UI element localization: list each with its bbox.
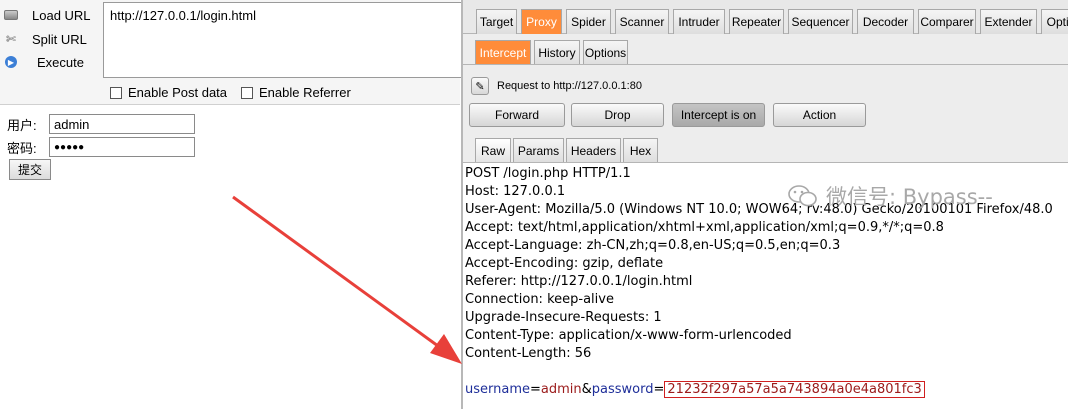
request-line: Connection: keep-alive [465,292,614,307]
tab-spider[interactable]: Spider [566,9,611,34]
divider [463,64,1068,65]
tab-repeater[interactable]: Repeater [729,9,784,34]
split-url-button[interactable]: ✄ Split URL [0,29,87,49]
load-url-label: Load URL [32,7,91,23]
checkbox-box[interactable] [241,86,253,99]
request-body: username=admin&password= 21232f297a57a5a7… [465,381,1068,399]
tab-scanner[interactable]: Scanner [615,9,669,34]
body-equals: = [530,382,541,397]
tab-sequencer[interactable]: Sequencer [788,9,853,34]
username-row: 用户: admin [7,114,195,134]
drop-button[interactable]: Drop [571,103,664,127]
load-url-button[interactable]: Load URL [0,5,91,25]
username-input[interactable]: admin [49,114,195,134]
load-url-icon [0,7,22,23]
request-target: Request to http://127.0.0.1:80 [497,80,642,92]
tab-comparer[interactable]: Comparer [918,9,976,34]
body-key-password: password [591,382,654,397]
body-key-username: username [465,382,530,397]
password-label: 密码: [7,140,37,156]
tab-intruder[interactable]: Intruder [673,9,725,34]
request-line: Upgrade-Insecure-Requests: 1 [465,310,662,325]
username-label: 用户: [7,117,37,133]
execute-button[interactable]: ▶ Execute [0,52,84,72]
editor-tab-params[interactable]: Params [513,138,564,162]
body-value-username: admin [540,382,582,397]
action-button[interactable]: Action [773,103,866,127]
request-line: Accept-Language: zh-CN,zh;q=0.8,en-US;q=… [465,238,841,253]
editor-tab-raw[interactable]: Raw [475,138,511,162]
intercept-toggle-button[interactable]: Intercept is on [672,103,765,127]
checkbox-box[interactable] [110,86,122,99]
forward-button[interactable]: Forward [469,103,565,127]
wechat-icon [788,185,817,207]
tab-extender[interactable]: Extender [980,9,1037,34]
editor-tab-headers[interactable]: Headers [566,138,621,162]
submit-button[interactable]: 提交 [9,159,51,180]
watermark-text: 微信号: Bypass-- [826,185,993,209]
hackbar-toolbar: Load URL ✄ Split URL ▶ Execute http://12… [0,0,463,105]
password-row: 密码: ●●●●● [7,137,195,157]
request-line: Referer: http://127.0.0.1/login.html [465,274,693,289]
tab-target[interactable]: Target [476,9,517,34]
burp-suite-panel: Target Proxy Spider Scanner Intruder Repeater… [461,0,1068,409]
subtab-history[interactable]: History [534,40,580,65]
enable-post-label: Enable Post data [128,85,228,100]
scissors-icon: ✄ [5,32,17,46]
editor-tab-hex[interactable]: Hex [623,138,658,162]
request-line: Accept-Encoding: gzip, deflate [465,256,664,271]
split-url-label: Split URL [32,31,87,47]
enable-post-checkbox[interactable]: Enable Post data [110,85,227,100]
subtab-intercept[interactable]: Intercept [475,40,531,65]
tab-optio[interactable]: Optio [1041,9,1068,34]
enable-referrer-checkbox[interactable]: Enable Referrer [241,85,351,100]
body-value-password-hash: 21232f297a57a5a743894a0e4a801fc3 [664,381,925,398]
execute-icon: ▶ [0,54,22,70]
main-tab-bar: Target Proxy Spider Scanner Intruder Repeater… [463,0,1068,34]
pencil-icon[interactable]: ✎ [471,77,489,95]
subtab-options[interactable]: Options [583,40,628,65]
password-input[interactable]: ●●●●● [49,137,195,157]
tab-proxy[interactable]: Proxy [521,9,562,34]
enable-referrer-label: Enable Referrer [259,85,351,100]
hackbar-panel: Load URL ✄ Split URL ▶ Execute http://12… [0,0,463,409]
request-line: Accept: text/html,application/xhtml+xml,… [465,220,944,235]
request-line: Content-Length: 56 [465,346,592,361]
request-line: Content-Type: application/x-www-form-url… [465,328,792,343]
body-ampersand: & [581,382,592,397]
execute-label: Execute [37,54,84,70]
body-equals: = [653,382,665,397]
url-textarea[interactable]: http://127.0.0.1/login.html [103,2,463,78]
request-info: ✎ Request to http://127.0.0.1:80 [471,77,642,95]
tab-decoder[interactable]: Decoder [857,9,914,34]
wechat-watermark: 微信号: Bypass-- [788,181,993,211]
